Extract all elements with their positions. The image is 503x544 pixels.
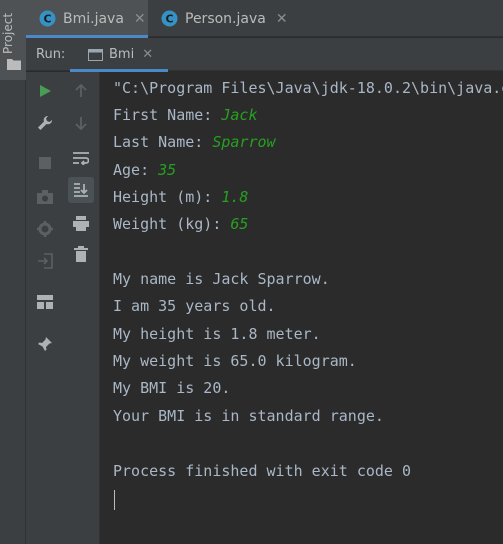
folder-icon bbox=[7, 59, 21, 70]
camera-icon bbox=[37, 190, 53, 204]
left-tool-strip: Project bbox=[0, 0, 26, 544]
console-output-line: My name is Jack Sparrow. bbox=[113, 270, 330, 288]
console-output-line: My height is 1.8 meter. bbox=[113, 325, 321, 343]
console-output-line: My BMI is 20. bbox=[113, 379, 231, 397]
soft-wrap-icon bbox=[73, 152, 89, 165]
console-icon bbox=[88, 48, 103, 61]
rerun-icon bbox=[40, 85, 51, 97]
user-input-value: 1.8 bbox=[221, 188, 249, 206]
run-toolbar-secondary bbox=[63, 72, 100, 544]
stop-button[interactable] bbox=[32, 150, 58, 176]
clear-all-button[interactable] bbox=[68, 241, 94, 267]
settings-icon bbox=[37, 221, 53, 237]
console-prompt-line: Age: 35 bbox=[113, 160, 176, 180]
project-tool-tab[interactable]: Project bbox=[0, 0, 26, 80]
run-toolbar-primary bbox=[26, 72, 63, 544]
close-icon[interactable]: ✕ bbox=[142, 47, 153, 62]
user-input-value: 35 bbox=[158, 161, 177, 179]
edit-configuration-button[interactable] bbox=[32, 110, 58, 136]
java-class-icon: C bbox=[39, 10, 56, 27]
trash-icon bbox=[74, 246, 88, 262]
pin-tab-button[interactable] bbox=[32, 331, 58, 357]
run-title: Run: bbox=[36, 47, 66, 62]
layout-button[interactable] bbox=[32, 289, 58, 315]
dump-threads-button[interactable] bbox=[32, 184, 58, 210]
close-icon[interactable]: ✕ bbox=[134, 11, 146, 27]
previous-occurrence-button[interactable] bbox=[68, 78, 94, 104]
tab-label: Person.java bbox=[185, 10, 266, 27]
print-icon bbox=[73, 215, 89, 231]
console-output-line: My weight is 65.0 kilogram. bbox=[113, 352, 357, 370]
prompt-label: Age: bbox=[113, 161, 159, 179]
console-output-line: Your BMI is in standard range. bbox=[113, 407, 384, 425]
restore-layout-button[interactable] bbox=[32, 216, 58, 242]
console-prompt-line: Weight (kg): 65 bbox=[113, 214, 248, 234]
svg-text:C: C bbox=[43, 13, 51, 26]
scroll-to-end-icon bbox=[74, 183, 88, 197]
print-button[interactable] bbox=[68, 210, 94, 236]
prompt-label: Weight (kg): bbox=[113, 215, 231, 233]
layout-icon bbox=[37, 295, 53, 309]
run-tab-label: Bmi bbox=[109, 47, 135, 62]
prompt-label: Height (m): bbox=[113, 188, 222, 206]
console-prompt-line: Last Name: Sparrow bbox=[113, 132, 276, 152]
text-cursor bbox=[114, 490, 115, 510]
rerun-button[interactable] bbox=[32, 78, 58, 104]
stop-icon bbox=[39, 157, 51, 169]
user-input-value: Jack bbox=[221, 106, 258, 124]
console-prompt-line: First Name: Jack bbox=[113, 105, 258, 125]
tab-label: Bmi.java bbox=[63, 10, 124, 27]
tab-person-java[interactable]: C Person.java ✕ bbox=[148, 0, 288, 37]
project-label: Project bbox=[1, 12, 15, 54]
next-occurrence-button[interactable] bbox=[68, 110, 94, 136]
prompt-label: Last Name: bbox=[113, 133, 213, 151]
scroll-to-end-button[interactable] bbox=[68, 177, 94, 203]
run-panel-header: Run: Bmi ✕ bbox=[26, 38, 503, 72]
exit-button[interactable] bbox=[32, 248, 58, 274]
exit-icon bbox=[38, 253, 53, 269]
console-output[interactable]: "C:\Program Files\Java\jdk-18.0.2\bin\ja… bbox=[100, 72, 503, 544]
soft-wrap-button[interactable] bbox=[68, 145, 94, 171]
wrench-icon bbox=[38, 115, 53, 130]
process-exit-message: Process finished with exit code 0 bbox=[113, 462, 412, 480]
tab-bmi-java[interactable]: C Bmi.java ✕ bbox=[26, 0, 148, 38]
run-tab-bmi[interactable]: Bmi ✕ bbox=[70, 38, 168, 72]
close-icon[interactable]: ✕ bbox=[276, 11, 288, 27]
editor-tabs-bar: C Bmi.java ✕ C Person.java ✕ bbox=[26, 0, 503, 38]
pin-icon bbox=[38, 337, 52, 351]
console-command-line: "C:\Program Files\Java\jdk-18.0.2\bin\ja… bbox=[113, 79, 503, 97]
prompt-label: First Name: bbox=[113, 106, 222, 124]
console-prompt-line: Height (m): 1.8 bbox=[113, 187, 248, 207]
java-class-icon: C bbox=[161, 10, 178, 27]
up-arrow-icon bbox=[75, 84, 87, 97]
down-arrow-icon bbox=[75, 117, 87, 130]
user-input-value: 65 bbox=[230, 215, 249, 233]
user-input-value: Sparrow bbox=[212, 133, 276, 151]
svg-text:C: C bbox=[165, 13, 173, 26]
console-output-line: I am 35 years old. bbox=[113, 297, 276, 315]
